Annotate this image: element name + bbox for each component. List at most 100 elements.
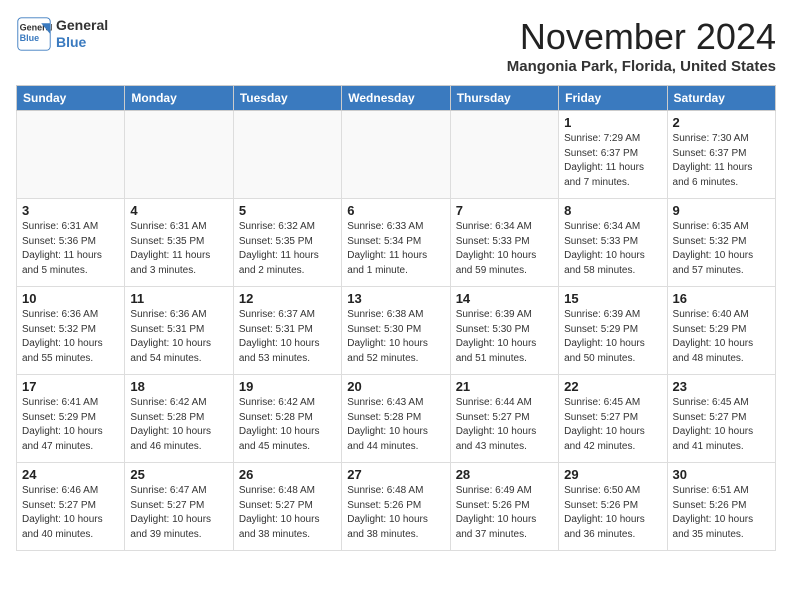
day-number: 24 (22, 467, 119, 482)
day-info: Sunrise: 6:51 AM Sunset: 5:26 PM Dayligh… (673, 484, 770, 542)
day-info: Sunrise: 6:39 AM Sunset: 5:30 PM Dayligh… (456, 308, 553, 366)
calendar-cell: 19Sunrise: 6:42 AM Sunset: 5:28 PM Dayli… (233, 375, 341, 463)
day-info: Sunrise: 6:46 AM Sunset: 5:27 PM Dayligh… (22, 484, 119, 542)
day-info: Sunrise: 6:32 AM Sunset: 5:35 PM Dayligh… (239, 220, 336, 278)
calendar-cell: 7Sunrise: 6:34 AM Sunset: 5:33 PM Daylig… (450, 199, 558, 287)
day-info: Sunrise: 6:41 AM Sunset: 5:29 PM Dayligh… (22, 396, 119, 454)
weekday-header-tuesday: Tuesday (233, 86, 341, 111)
calendar-cell: 24 Sunrise: 6:46 AM Sunset: 5:27 PM Dayli… (17, 463, 125, 551)
calendar-cell: 28 Sunrise: 6:49 AM Sunset: 5:26 PM Dayli… (450, 463, 558, 551)
calendar-cell: 30Sunrise: 6:51 AM Sunset: 5:26 PM Dayli… (667, 463, 775, 551)
logo: General Blue General Blue (16, 16, 108, 52)
calendar-cell: 22Sunrise: 6:45 AM Sunset: 5:27 PM Dayli… (559, 375, 667, 463)
weekday-header-thursday: Thursday (450, 86, 558, 111)
calendar-cell (125, 111, 233, 199)
day-info: Sunrise: 6:44 AM Sunset: 5:27 PM Dayligh… (456, 396, 553, 454)
day-number: 12 (239, 291, 336, 306)
day-number: 23 (673, 379, 770, 394)
calendar-cell: 15 Sunrise: 6:39 AM Sunset: 5:29 PM Dayli… (559, 287, 667, 375)
day-info: Sunrise: 6:37 AM Sunset: 5:31 PM Dayligh… (239, 308, 336, 366)
calendar-cell: 17 Sunrise: 6:41 AM Sunset: 5:29 PM Dayli… (17, 375, 125, 463)
day-info: Sunrise: 6:45 AM Sunset: 5:27 PM Dayligh… (673, 396, 770, 454)
day-number: 11 (130, 291, 227, 306)
day-number: 27 (347, 467, 444, 482)
day-number: 21 (456, 379, 553, 394)
calendar-week-4: 17 Sunrise: 6:41 AM Sunset: 5:29 PM Dayli… (17, 375, 776, 463)
weekday-header-wednesday: Wednesday (342, 86, 450, 111)
day-number: 28 (456, 467, 553, 482)
calendar-cell: 21 Sunrise: 6:44 AM Sunset: 5:27 PM Dayli… (450, 375, 558, 463)
day-info: Sunrise: 6:43 AM Sunset: 5:28 PM Dayligh… (347, 396, 444, 454)
day-info: Sunrise: 6:36 AM Sunset: 5:32 PM Dayligh… (22, 308, 119, 366)
calendar-cell: 9Sunrise: 6:35 AM Sunset: 5:32 PM Daylig… (667, 199, 775, 287)
day-number: 17 (22, 379, 119, 394)
day-info: Sunrise: 6:47 AM Sunset: 5:27 PM Dayligh… (130, 484, 227, 542)
calendar-cell: 27 Sunrise: 6:48 AM Sunset: 5:26 PM Dayli… (342, 463, 450, 551)
day-number: 15 (564, 291, 661, 306)
calendar-cell (233, 111, 341, 199)
month-year-title: November 2024 (507, 16, 776, 58)
weekday-header-friday: Friday (559, 86, 667, 111)
weekday-header-saturday: Saturday (667, 86, 775, 111)
calendar-cell (342, 111, 450, 199)
day-number: 4 (130, 203, 227, 218)
day-number: 26 (239, 467, 336, 482)
calendar-cell: 6Sunrise: 6:33 AM Sunset: 5:34 PM Daylig… (342, 199, 450, 287)
day-info: Sunrise: 6:31 AM Sunset: 5:35 PM Dayligh… (130, 220, 227, 278)
day-info: Sunrise: 6:36 AM Sunset: 5:31 PM Dayligh… (130, 308, 227, 366)
day-info: Sunrise: 6:39 AM Sunset: 5:29 PM Dayligh… (564, 308, 661, 366)
day-number: 9 (673, 203, 770, 218)
day-number: 3 (22, 203, 119, 218)
calendar-cell: 4 Sunrise: 6:31 AM Sunset: 5:35 PM Daylig… (125, 199, 233, 287)
header: General Blue General Blue November 2024 … (16, 16, 776, 75)
day-number: 16 (673, 291, 770, 306)
calendar-cell: 3 Sunrise: 6:31 AM Sunset: 5:36 PM Daylig… (17, 199, 125, 287)
day-info: Sunrise: 6:48 AM Sunset: 5:27 PM Dayligh… (239, 484, 336, 542)
day-number: 2 (673, 115, 770, 130)
day-info: Sunrise: 7:30 AM Sunset: 6:37 PM Dayligh… (673, 132, 770, 190)
day-info: Sunrise: 6:40 AM Sunset: 5:29 PM Dayligh… (673, 308, 770, 366)
day-number: 19 (239, 379, 336, 394)
calendar-cell: 10 Sunrise: 6:36 AM Sunset: 5:32 PM Dayli… (17, 287, 125, 375)
logo-text: General Blue (56, 17, 108, 51)
svg-text:Blue: Blue (20, 33, 40, 43)
calendar-cell: 13Sunrise: 6:38 AM Sunset: 5:30 PM Dayli… (342, 287, 450, 375)
day-number: 14 (456, 291, 553, 306)
calendar-cell: 1 Sunrise: 7:29 AM Sunset: 6:37 PM Daylig… (559, 111, 667, 199)
day-number: 1 (564, 115, 661, 130)
title-section: November 2024 Mangonia Park, Florida, Un… (507, 16, 776, 75)
calendar-week-3: 10 Sunrise: 6:36 AM Sunset: 5:32 PM Dayli… (17, 287, 776, 375)
day-info: Sunrise: 7:29 AM Sunset: 6:37 PM Dayligh… (564, 132, 661, 190)
day-number: 5 (239, 203, 336, 218)
weekday-header-monday: Monday (125, 86, 233, 111)
day-info: Sunrise: 6:49 AM Sunset: 5:26 PM Dayligh… (456, 484, 553, 542)
calendar-cell: 25 Sunrise: 6:47 AM Sunset: 5:27 PM Dayli… (125, 463, 233, 551)
day-info: Sunrise: 6:48 AM Sunset: 5:26 PM Dayligh… (347, 484, 444, 542)
day-number: 25 (130, 467, 227, 482)
day-info: Sunrise: 6:38 AM Sunset: 5:30 PM Dayligh… (347, 308, 444, 366)
day-number: 7 (456, 203, 553, 218)
weekday-header-row: SundayMondayTuesdayWednesdayThursdayFrid… (17, 86, 776, 111)
day-info: Sunrise: 6:50 AM Sunset: 5:26 PM Dayligh… (564, 484, 661, 542)
day-info: Sunrise: 6:42 AM Sunset: 5:28 PM Dayligh… (130, 396, 227, 454)
day-info: Sunrise: 6:31 AM Sunset: 5:36 PM Dayligh… (22, 220, 119, 278)
calendar-cell: 29Sunrise: 6:50 AM Sunset: 5:26 PM Dayli… (559, 463, 667, 551)
calendar-cell: 12 Sunrise: 6:37 AM Sunset: 5:31 PM Dayli… (233, 287, 341, 375)
calendar-cell: 18 Sunrise: 6:42 AM Sunset: 5:28 PM Dayli… (125, 375, 233, 463)
calendar-cell (450, 111, 558, 199)
day-number: 20 (347, 379, 444, 394)
calendar-cell: 5 Sunrise: 6:32 AM Sunset: 5:35 PM Daylig… (233, 199, 341, 287)
calendar-week-5: 24 Sunrise: 6:46 AM Sunset: 5:27 PM Dayli… (17, 463, 776, 551)
calendar-cell: 26 Sunrise: 6:48 AM Sunset: 5:27 PM Dayli… (233, 463, 341, 551)
calendar-cell: 14 Sunrise: 6:39 AM Sunset: 5:30 PM Dayli… (450, 287, 558, 375)
calendar-week-1: 1 Sunrise: 7:29 AM Sunset: 6:37 PM Daylig… (17, 111, 776, 199)
location-subtitle: Mangonia Park, Florida, United States (507, 58, 776, 75)
calendar-cell: 8Sunrise: 6:34 AM Sunset: 5:33 PM Daylig… (559, 199, 667, 287)
day-number: 10 (22, 291, 119, 306)
calendar-week-2: 3 Sunrise: 6:31 AM Sunset: 5:36 PM Daylig… (17, 199, 776, 287)
weekday-header-sunday: Sunday (17, 86, 125, 111)
day-number: 6 (347, 203, 444, 218)
day-number: 18 (130, 379, 227, 394)
calendar-cell: 16 Sunrise: 6:40 AM Sunset: 5:29 PM Dayli… (667, 287, 775, 375)
calendar-cell: 23 Sunrise: 6:45 AM Sunset: 5:27 PM Dayli… (667, 375, 775, 463)
